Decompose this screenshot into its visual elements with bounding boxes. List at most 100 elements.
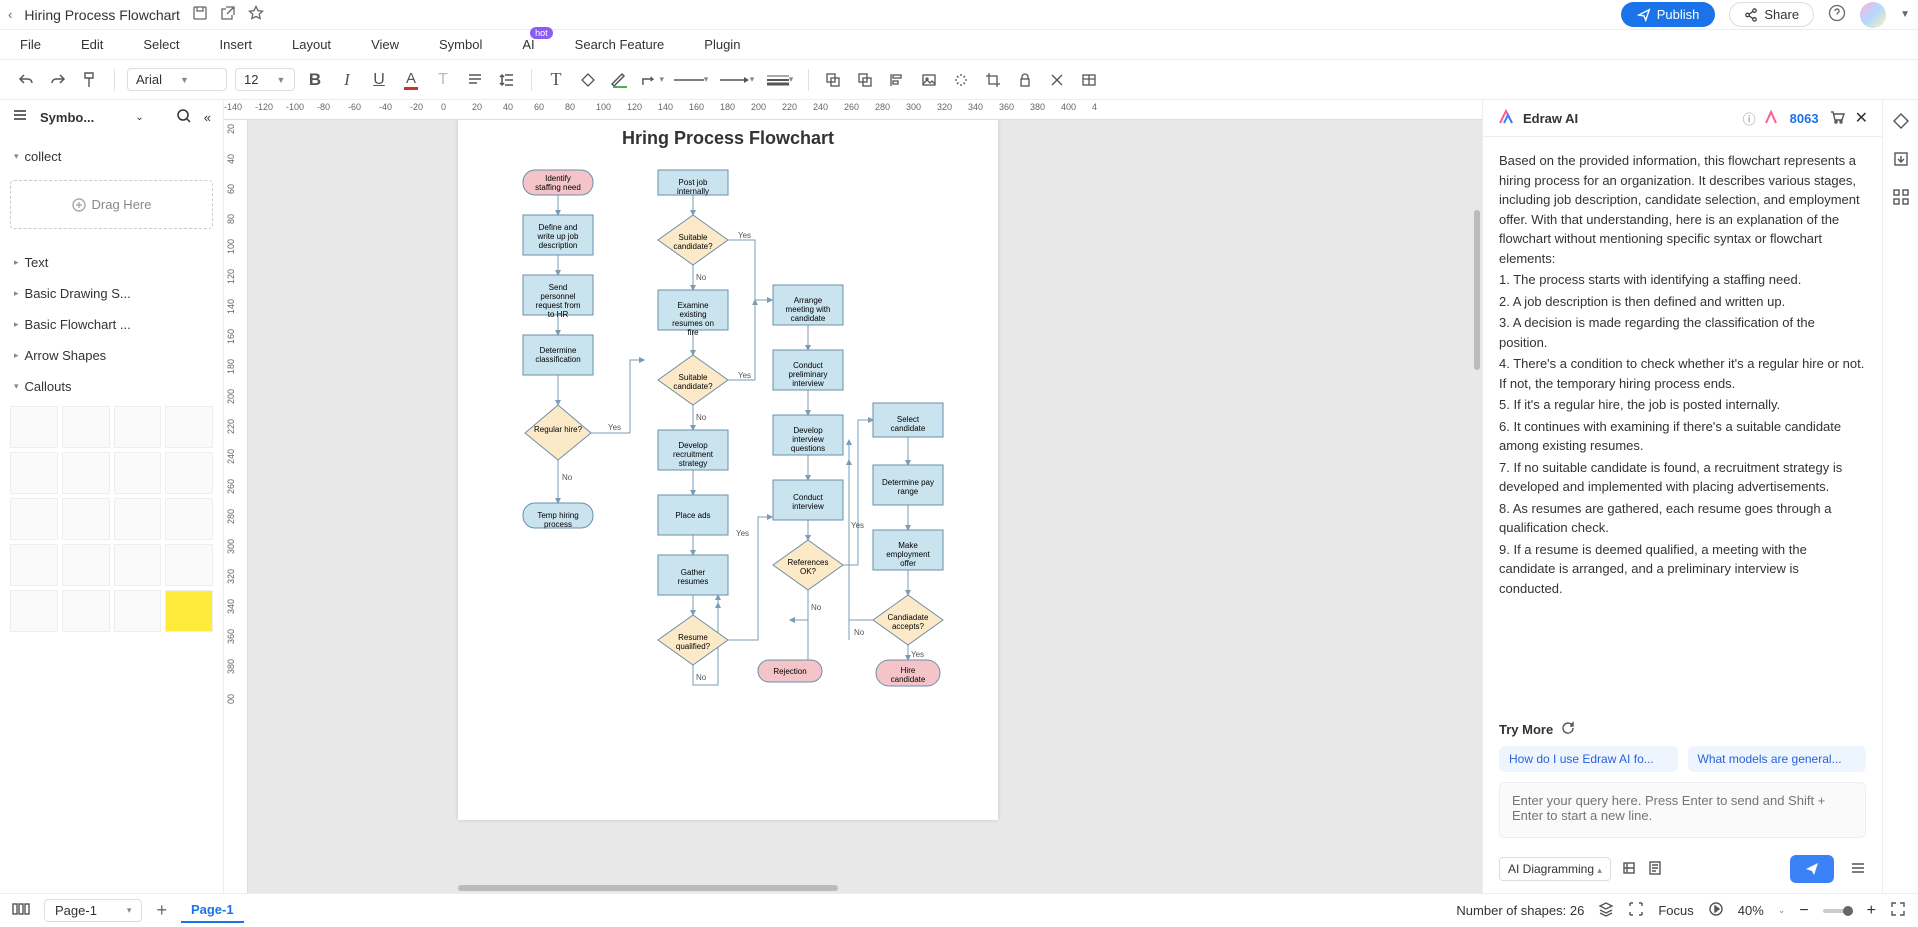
ai-mode-select[interactable]: AI Diagramming ▴ bbox=[1499, 857, 1611, 881]
bring-front-icon[interactable] bbox=[821, 68, 845, 92]
collapse-icon[interactable]: « bbox=[204, 110, 211, 125]
flowchart[interactable]: Yes No Yes No Yes No Yes No Yes No Yes bbox=[458, 160, 998, 820]
image-icon[interactable] bbox=[917, 68, 941, 92]
italic-icon[interactable]: I bbox=[335, 68, 359, 92]
bold-icon[interactable]: B bbox=[303, 68, 327, 92]
section-callouts[interactable]: ▾Callouts bbox=[10, 371, 213, 402]
font-color-icon[interactable]: A bbox=[399, 68, 423, 92]
menu-view[interactable]: View bbox=[371, 37, 399, 52]
menu-edit[interactable]: Edit bbox=[81, 37, 103, 52]
section-collect[interactable]: ▾collect bbox=[10, 141, 213, 172]
callout-thumb[interactable] bbox=[10, 406, 58, 448]
section-basic-flowchart[interactable]: ▸Basic Flowchart ... bbox=[10, 309, 213, 340]
drag-zone[interactable]: Drag Here bbox=[10, 180, 213, 229]
open-external-icon[interactable] bbox=[220, 5, 236, 24]
horizontal-scrollbar[interactable] bbox=[458, 883, 838, 893]
callout-thumb[interactable] bbox=[10, 452, 58, 494]
callout-thumb[interactable] bbox=[62, 544, 110, 586]
search-icon[interactable] bbox=[176, 108, 192, 127]
zoom-out-button[interactable]: − bbox=[1799, 902, 1808, 920]
fill-icon[interactable] bbox=[576, 68, 600, 92]
menu-ai[interactable]: AI hot bbox=[522, 37, 534, 52]
share-button[interactable]: Share bbox=[1729, 2, 1814, 27]
chevron-down-icon[interactable]: ▼ bbox=[1900, 9, 1910, 20]
callout-thumb[interactable] bbox=[165, 406, 213, 448]
underline-icon[interactable]: U bbox=[367, 68, 391, 92]
ai-attach-icon[interactable] bbox=[1621, 860, 1637, 879]
menu-search-feature[interactable]: Search Feature bbox=[575, 37, 665, 52]
format-painter-icon[interactable] bbox=[78, 68, 102, 92]
menu-layout[interactable]: Layout bbox=[292, 37, 331, 52]
table-icon[interactable] bbox=[1077, 68, 1101, 92]
ai-help-icon[interactable]: ⓘ bbox=[1743, 109, 1756, 128]
menu-select[interactable]: Select bbox=[143, 37, 179, 52]
font-select[interactable]: Arial▼ bbox=[127, 68, 227, 91]
library-icon[interactable] bbox=[12, 108, 28, 127]
menu-plugin[interactable]: Plugin bbox=[704, 37, 740, 52]
callout-thumb[interactable] bbox=[114, 406, 162, 448]
canvas[interactable]: Hring Process Flowchart bbox=[248, 120, 1482, 893]
star-icon[interactable] bbox=[248, 5, 264, 24]
page[interactable]: Hring Process Flowchart bbox=[458, 120, 998, 820]
redo-icon[interactable] bbox=[46, 68, 70, 92]
connector-icon[interactable]: ▾ bbox=[640, 68, 664, 92]
avatar[interactable] bbox=[1860, 2, 1886, 28]
back-icon[interactable]: ‹ bbox=[8, 7, 12, 22]
zoom-slider[interactable] bbox=[1823, 909, 1853, 913]
send-back-icon[interactable] bbox=[853, 68, 877, 92]
focus-icon[interactable] bbox=[1628, 901, 1644, 920]
play-icon[interactable] bbox=[1708, 901, 1724, 920]
line-spacing-icon[interactable] bbox=[495, 68, 519, 92]
refresh-icon[interactable] bbox=[1561, 721, 1575, 738]
line-weight-icon[interactable]: ▾ bbox=[764, 68, 796, 92]
page-select[interactable]: Page-1▾ bbox=[44, 899, 142, 922]
ai-doc-icon[interactable] bbox=[1647, 860, 1663, 879]
add-page-button[interactable]: + bbox=[156, 900, 167, 921]
arrow-style-icon[interactable]: ▾ bbox=[718, 68, 756, 92]
callout-thumb[interactable] bbox=[10, 498, 58, 540]
ai-chip[interactable]: How do I use Edraw AI fo... bbox=[1499, 746, 1678, 772]
help-icon[interactable] bbox=[1828, 4, 1846, 25]
menu-symbol[interactable]: Symbol bbox=[439, 37, 482, 52]
callout-thumb[interactable] bbox=[62, 406, 110, 448]
callout-thumb[interactable] bbox=[62, 452, 110, 494]
callout-thumb[interactable] bbox=[165, 452, 213, 494]
library-menu-icon[interactable]: ⌄ bbox=[135, 112, 143, 123]
undo-icon[interactable] bbox=[14, 68, 38, 92]
callout-thumb[interactable] bbox=[165, 498, 213, 540]
callout-thumb[interactable] bbox=[114, 498, 162, 540]
ai-input[interactable] bbox=[1499, 782, 1866, 838]
save-icon[interactable] bbox=[192, 5, 208, 24]
layers-icon[interactable] bbox=[1598, 901, 1614, 920]
line-style-icon[interactable]: ▾ bbox=[672, 68, 710, 92]
callout-thumb[interactable] bbox=[114, 590, 162, 632]
page-tab[interactable]: Page-1 bbox=[181, 898, 244, 923]
text-tool-icon[interactable]: T bbox=[544, 68, 568, 92]
ai-chip[interactable]: What models are general... bbox=[1688, 746, 1867, 772]
callout-thumb[interactable] bbox=[62, 498, 110, 540]
pages-icon[interactable] bbox=[12, 902, 30, 919]
export-icon[interactable] bbox=[1890, 148, 1912, 170]
focus-label[interactable]: Focus bbox=[1658, 903, 1693, 918]
line-color-icon[interactable] bbox=[608, 68, 632, 92]
effects-icon[interactable] bbox=[949, 68, 973, 92]
grid-icon[interactable] bbox=[1890, 186, 1912, 208]
zoom-level[interactable]: 40% bbox=[1738, 903, 1764, 918]
tools-icon[interactable] bbox=[1045, 68, 1069, 92]
cart-icon[interactable] bbox=[1829, 109, 1845, 128]
section-arrow-shapes[interactable]: ▸Arrow Shapes bbox=[10, 340, 213, 371]
font-size-select[interactable]: 12▼ bbox=[235, 68, 295, 91]
publish-button[interactable]: Publish bbox=[1621, 2, 1716, 27]
callout-thumb[interactable] bbox=[114, 544, 162, 586]
callout-thumb[interactable] bbox=[62, 590, 110, 632]
style-icon[interactable] bbox=[1890, 110, 1912, 132]
lock-icon[interactable] bbox=[1013, 68, 1037, 92]
ai-expand-icon[interactable] bbox=[1850, 860, 1866, 879]
callout-thumb[interactable] bbox=[165, 590, 213, 632]
align-objects-icon[interactable] bbox=[885, 68, 909, 92]
text-style-icon[interactable]: T bbox=[431, 68, 455, 92]
close-icon[interactable]: ✕ bbox=[1855, 108, 1868, 128]
callout-thumb[interactable] bbox=[165, 544, 213, 586]
align-icon[interactable] bbox=[463, 68, 487, 92]
section-basic-drawing[interactable]: ▸Basic Drawing S... bbox=[10, 278, 213, 309]
